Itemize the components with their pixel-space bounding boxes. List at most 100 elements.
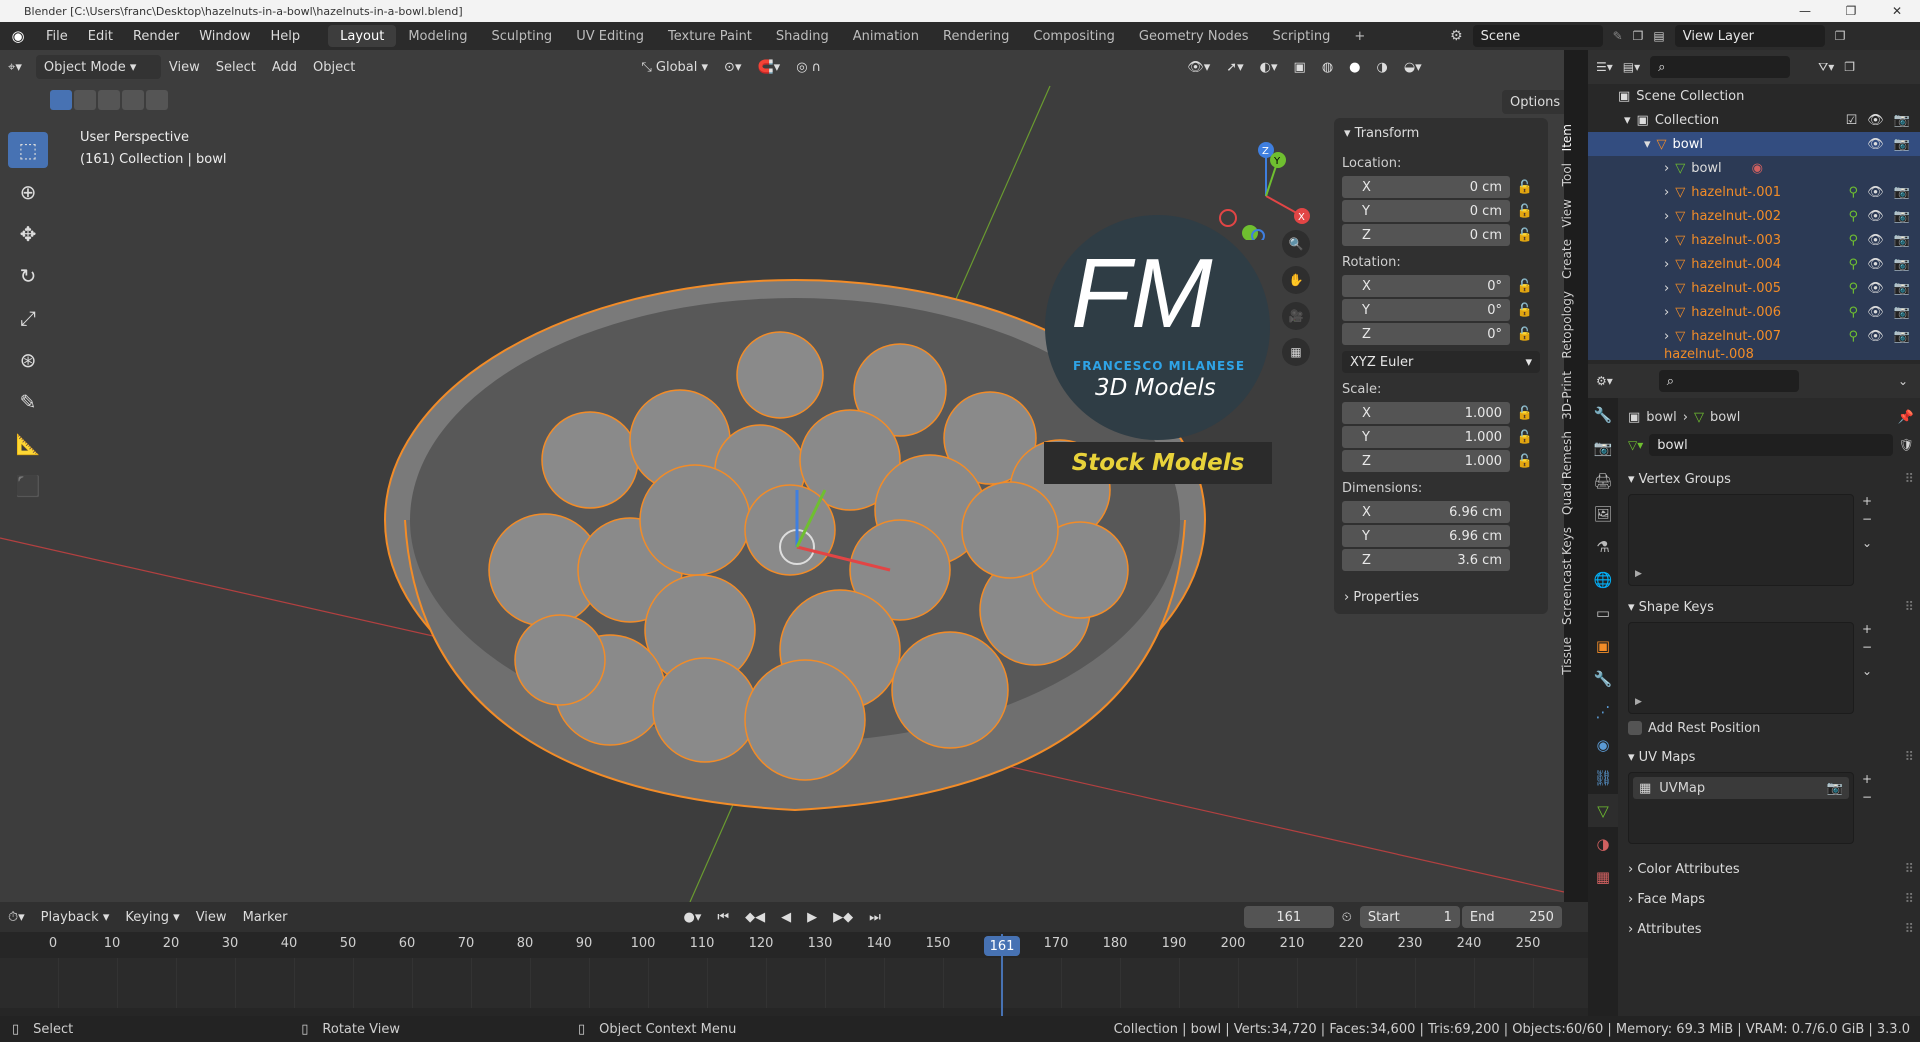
constraints-tab-icon[interactable]: ⛓ <box>1588 761 1618 794</box>
move-icon[interactable]: ✥ <box>8 216 48 252</box>
location-x-field[interactable]: X0 cm <box>1342 176 1510 198</box>
tab-tissue[interactable]: Tissue <box>1560 631 1574 681</box>
outliner-item-hazelnut[interactable]: › ▽ hazelnut-.003 ⚲ 👁 📷 <box>1588 228 1920 252</box>
expand-icon[interactable]: › <box>1664 209 1669 224</box>
options-dropdown[interactable]: Options ▾ <box>1502 90 1564 114</box>
rotation-mode-dropdown[interactable]: XYZ Euler ▾ <box>1342 351 1540 373</box>
tab-shading[interactable]: Shading <box>764 25 841 47</box>
visibility-icon[interactable]: 👁▾ <box>1179 55 1218 79</box>
expand-icon[interactable]: › <box>1664 233 1669 248</box>
proportional-edit-icon[interactable]: ◎ ∩ <box>788 55 829 79</box>
face-maps-header[interactable]: › Face Maps ⠿ <box>1628 884 1914 914</box>
camera-icon[interactable]: 📷 <box>1827 781 1843 796</box>
outliner-item-hazelnut[interactable]: › ▽ hazelnut-.001 ⚲ 👁 📷 <box>1588 180 1920 204</box>
timeline-track[interactable] <box>0 958 1588 1008</box>
mesh-name-field[interactable]: bowl <box>1649 434 1893 456</box>
clock-icon[interactable]: ⏲ <box>1334 905 1360 929</box>
end-frame-field[interactable]: End 250 <box>1461 906 1562 928</box>
add-icon[interactable]: + <box>1862 494 1872 508</box>
lock-icon[interactable]: 🔓 <box>1510 228 1540 243</box>
editor-type-icon[interactable]: ⌖▾ <box>0 55 30 79</box>
filter-icon[interactable]: ⛛▾ <box>1818 60 1834 75</box>
outliner-item-bowl[interactable]: ▾ ▽ bowl 👁 📷 <box>1588 132 1920 156</box>
zoom-icon[interactable]: 🔍 <box>1282 230 1310 258</box>
add-icon[interactable]: + <box>1862 622 1872 636</box>
scale-icon[interactable]: ⤢ <box>8 300 48 336</box>
eye-icon[interactable]: 👁 <box>1867 137 1884 152</box>
expand-icon[interactable]: › <box>1664 281 1669 296</box>
close-button[interactable]: ✕ <box>1874 0 1920 22</box>
view-layer-tab-icon[interactable]: 🖼 <box>1588 497 1618 530</box>
play-icon[interactable]: ▶ <box>799 905 825 929</box>
view-layer-icon[interactable]: ▤ <box>1653 29 1664 43</box>
texture-tab-icon[interactable]: ▦ <box>1588 860 1618 893</box>
minimize-button[interactable]: — <box>1782 0 1828 22</box>
tab-uv-editing[interactable]: UV Editing <box>564 25 656 47</box>
display-mode-icon[interactable]: ▤▾ <box>1623 60 1640 74</box>
3d-viewport[interactable]: ⌖▾ Object Mode ▾ View Select Add Object … <box>0 50 1564 902</box>
scene-selector[interactable]: Scene <box>1472 25 1603 47</box>
tab-create[interactable]: Create <box>1560 233 1574 285</box>
expand-icon[interactable]: › <box>1664 329 1669 344</box>
eye-icon[interactable]: 👁 <box>1867 113 1884 128</box>
remove-icon[interactable]: − <box>1862 512 1872 526</box>
add-rest-position-checkbox[interactable] <box>1628 721 1642 735</box>
properties-editor-icon[interactable]: ⚙▾ <box>1596 374 1613 388</box>
tab-modeling[interactable]: Modeling <box>396 25 479 47</box>
eye-icon[interactable]: 👁 <box>1867 185 1884 200</box>
expand-icon[interactable]: › <box>1664 257 1669 272</box>
modifier-icon[interactable]: ⚲ <box>1848 209 1858 224</box>
uv-map-item[interactable]: ▦ UVMap 📷 <box>1633 777 1849 799</box>
modifier-icon[interactable]: ⚲ <box>1848 329 1858 344</box>
properties-search-input[interactable]: ⌕ <box>1658 370 1799 392</box>
remove-icon[interactable]: − <box>1862 790 1872 804</box>
frame-ruler[interactable]: 0 10 20 30 40 50 60 70 80 90 100 110 120 130 140 150 161… <box>0 936 1588 956</box>
dimensions-x-field[interactable]: X 6.96 cm <box>1342 501 1510 523</box>
menu-window[interactable]: Window <box>189 22 260 50</box>
current-frame-field[interactable]: 161 <box>1243 906 1334 928</box>
rotation-x-field[interactable]: X 0° <box>1342 275 1510 297</box>
eye-icon[interactable]: 👁 <box>1867 209 1884 224</box>
tab-tool[interactable]: Tool <box>1560 157 1574 192</box>
lock-icon[interactable]: 🔓 <box>1510 406 1540 421</box>
tab-view[interactable]: View <box>1560 193 1574 233</box>
scene-icon[interactable]: ⚙ <box>1450 28 1463 44</box>
pin-icon[interactable]: ✎ <box>1613 29 1623 43</box>
expand-icon[interactable]: › <box>1664 161 1669 176</box>
attributes-header[interactable]: › Attributes ⠿ <box>1628 914 1914 944</box>
dimensions-z-field[interactable]: Z 3.6 cm <box>1342 549 1510 571</box>
menu-view[interactable]: View <box>161 55 208 79</box>
select-difference-icon[interactable] <box>122 90 144 110</box>
scale-z-field[interactable]: Z 1.000 <box>1342 450 1510 472</box>
tab-texture-paint[interactable]: Texture Paint <box>656 25 764 47</box>
tab-geometry-nodes[interactable]: Geometry Nodes <box>1127 25 1261 47</box>
modifier-icon[interactable]: ⚲ <box>1848 281 1858 296</box>
grid-icon[interactable]: ▦ <box>1282 338 1310 366</box>
jump-end-icon[interactable]: ⏭ <box>861 905 889 929</box>
camera-icon[interactable]: 📷 <box>1894 329 1910 344</box>
tab-quad-remesh[interactable]: Quad Remesh <box>1560 425 1574 521</box>
outliner-item-hazelnut[interactable]: › ▽ hazelnut-.005 ⚲ 👁 📷 <box>1588 276 1920 300</box>
pan-icon[interactable]: ✋ <box>1282 266 1310 294</box>
navigation-gizmo[interactable]: Z Y X <box>1210 130 1320 243</box>
menu-object[interactable]: Object <box>305 55 363 79</box>
auto-key-icon[interactable]: ●▾ <box>676 905 710 929</box>
expand-icon[interactable]: › <box>1664 185 1669 200</box>
outliner-editor-icon[interactable]: ☰▾ <box>1596 60 1613 74</box>
timeline-editor-icon[interactable]: ⏱▾ <box>0 905 33 929</box>
select-extend-icon[interactable] <box>74 90 96 110</box>
xray-icon[interactable]: ▣ <box>1286 55 1314 79</box>
chevron-down-icon[interactable]: ⌄ <box>1862 664 1872 678</box>
tab-3d-print[interactable]: 3D-Print <box>1560 365 1574 426</box>
expand-icon[interactable]: ▾ <box>1644 137 1651 152</box>
tab-scripting[interactable]: Scripting <box>1261 25 1343 47</box>
menu-add[interactable]: Add <box>264 55 305 79</box>
menu-keying[interactable]: Keying ▾ <box>117 905 187 929</box>
rotation-z-field[interactable]: Z 0° <box>1342 323 1510 345</box>
expand-icon[interactable]: ▾ <box>1624 113 1631 128</box>
expand-icon[interactable]: › <box>1664 305 1669 320</box>
material-tab-icon[interactable]: ◑ <box>1588 827 1618 860</box>
chevron-down-icon[interactable]: ⌄ <box>1898 374 1908 388</box>
shading-material-icon[interactable]: ◑ <box>1369 55 1396 79</box>
camera-icon[interactable]: 📷 <box>1894 137 1910 152</box>
